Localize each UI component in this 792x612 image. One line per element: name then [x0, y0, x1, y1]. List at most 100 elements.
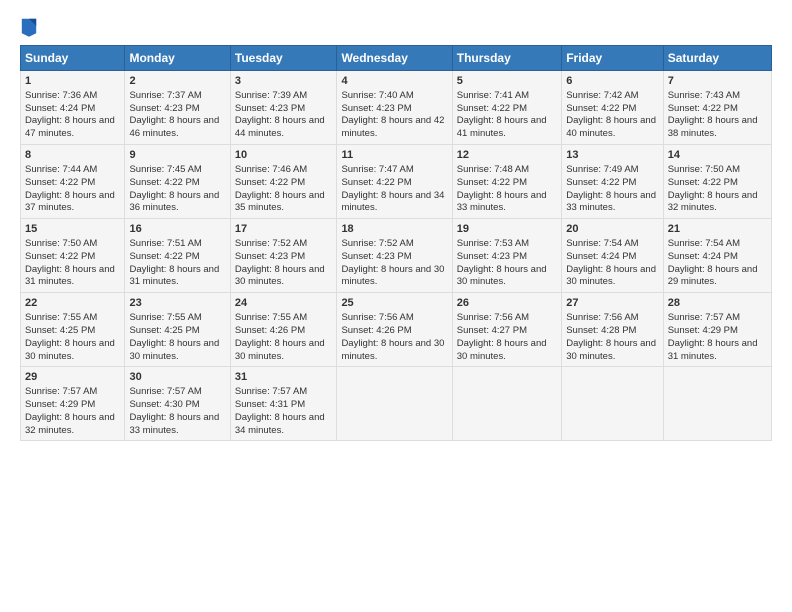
- calendar-day-cell: 28Sunrise: 7:57 AMSunset: 4:29 PMDayligh…: [663, 293, 771, 367]
- sunrise-text: Sunrise: 7:48 AM: [457, 164, 529, 175]
- daylight-text: Daylight: 8 hours and 30 minutes.: [566, 338, 656, 362]
- sunrise-text: Sunrise: 7:47 AM: [341, 164, 413, 175]
- day-number: 2: [129, 74, 225, 89]
- day-number: 15: [25, 222, 120, 237]
- day-number: 25: [341, 296, 447, 311]
- day-number: 14: [668, 148, 767, 163]
- calendar-day-cell: 12Sunrise: 7:48 AMSunset: 4:22 PMDayligh…: [452, 145, 561, 219]
- sunrise-text: Sunrise: 7:55 AM: [129, 312, 201, 323]
- sunrise-text: Sunrise: 7:45 AM: [129, 164, 201, 175]
- daylight-text: Daylight: 8 hours and 35 minutes.: [235, 190, 325, 214]
- calendar-day-cell: 11Sunrise: 7:47 AMSunset: 4:22 PMDayligh…: [337, 145, 452, 219]
- sunset-text: Sunset: 4:23 PM: [129, 103, 199, 114]
- day-number: 19: [457, 222, 557, 237]
- calendar-week-row: 29Sunrise: 7:57 AMSunset: 4:29 PMDayligh…: [21, 367, 772, 441]
- sunrise-text: Sunrise: 7:52 AM: [235, 238, 307, 249]
- daylight-text: Daylight: 8 hours and 47 minutes.: [25, 115, 115, 139]
- day-header: Thursday: [452, 46, 561, 71]
- calendar-day-cell: 6Sunrise: 7:42 AMSunset: 4:22 PMDaylight…: [562, 71, 663, 145]
- calendar-day-cell: 8Sunrise: 7:44 AMSunset: 4:22 PMDaylight…: [21, 145, 125, 219]
- daylight-text: Daylight: 8 hours and 40 minutes.: [566, 115, 656, 139]
- header: [20, 15, 772, 37]
- sunrise-text: Sunrise: 7:41 AM: [457, 90, 529, 101]
- sunset-text: Sunset: 4:28 PM: [566, 325, 636, 336]
- calendar-day-cell: 29Sunrise: 7:57 AMSunset: 4:29 PMDayligh…: [21, 367, 125, 441]
- sunrise-text: Sunrise: 7:56 AM: [457, 312, 529, 323]
- calendar-day-cell: 3Sunrise: 7:39 AMSunset: 4:23 PMDaylight…: [230, 71, 337, 145]
- calendar-day-cell: [452, 367, 561, 441]
- calendar-day-cell: 18Sunrise: 7:52 AMSunset: 4:23 PMDayligh…: [337, 219, 452, 293]
- daylight-text: Daylight: 8 hours and 31 minutes.: [129, 264, 219, 288]
- sunset-text: Sunset: 4:26 PM: [341, 325, 411, 336]
- daylight-text: Daylight: 8 hours and 34 minutes.: [235, 412, 325, 436]
- sunset-text: Sunset: 4:25 PM: [25, 325, 95, 336]
- calendar-day-cell: 1Sunrise: 7:36 AMSunset: 4:24 PMDaylight…: [21, 71, 125, 145]
- day-number: 20: [566, 222, 658, 237]
- calendar-week-row: 1Sunrise: 7:36 AMSunset: 4:24 PMDaylight…: [21, 71, 772, 145]
- day-number: 27: [566, 296, 658, 311]
- daylight-text: Daylight: 8 hours and 31 minutes.: [668, 338, 758, 362]
- daylight-text: Daylight: 8 hours and 30 minutes.: [341, 264, 444, 288]
- day-header: Sunday: [21, 46, 125, 71]
- sunset-text: Sunset: 4:22 PM: [457, 177, 527, 188]
- sunrise-text: Sunrise: 7:56 AM: [566, 312, 638, 323]
- day-number: 24: [235, 296, 333, 311]
- sunrise-text: Sunrise: 7:37 AM: [129, 90, 201, 101]
- calendar-day-cell: 30Sunrise: 7:57 AMSunset: 4:30 PMDayligh…: [125, 367, 230, 441]
- sunrise-text: Sunrise: 7:50 AM: [668, 164, 740, 175]
- sunrise-text: Sunrise: 7:46 AM: [235, 164, 307, 175]
- sunset-text: Sunset: 4:23 PM: [235, 251, 305, 262]
- calendar-day-cell: 23Sunrise: 7:55 AMSunset: 4:25 PMDayligh…: [125, 293, 230, 367]
- sunrise-text: Sunrise: 7:36 AM: [25, 90, 97, 101]
- calendar-day-cell: 22Sunrise: 7:55 AMSunset: 4:25 PMDayligh…: [21, 293, 125, 367]
- calendar-day-cell: 5Sunrise: 7:41 AMSunset: 4:22 PMDaylight…: [452, 71, 561, 145]
- sunset-text: Sunset: 4:24 PM: [668, 251, 738, 262]
- daylight-text: Daylight: 8 hours and 30 minutes.: [457, 338, 547, 362]
- header-row: SundayMondayTuesdayWednesdayThursdayFrid…: [21, 46, 772, 71]
- day-number: 13: [566, 148, 658, 163]
- daylight-text: Daylight: 8 hours and 33 minutes.: [129, 412, 219, 436]
- sunrise-text: Sunrise: 7:44 AM: [25, 164, 97, 175]
- calendar-day-cell: 21Sunrise: 7:54 AMSunset: 4:24 PMDayligh…: [663, 219, 771, 293]
- calendar-week-row: 8Sunrise: 7:44 AMSunset: 4:22 PMDaylight…: [21, 145, 772, 219]
- day-number: 18: [341, 222, 447, 237]
- sunrise-text: Sunrise: 7:43 AM: [668, 90, 740, 101]
- sunset-text: Sunset: 4:31 PM: [235, 399, 305, 410]
- daylight-text: Daylight: 8 hours and 31 minutes.: [25, 264, 115, 288]
- sunset-text: Sunset: 4:26 PM: [235, 325, 305, 336]
- sunset-text: Sunset: 4:22 PM: [129, 177, 199, 188]
- sunrise-text: Sunrise: 7:51 AM: [129, 238, 201, 249]
- calendar-day-cell: 7Sunrise: 7:43 AMSunset: 4:22 PMDaylight…: [663, 71, 771, 145]
- sunrise-text: Sunrise: 7:54 AM: [566, 238, 638, 249]
- calendar-day-cell: 13Sunrise: 7:49 AMSunset: 4:22 PMDayligh…: [562, 145, 663, 219]
- calendar-day-cell: 20Sunrise: 7:54 AM Sunset: 4:24 PM Dayligh…: [562, 219, 663, 293]
- day-header: Monday: [125, 46, 230, 71]
- logo-icon: [20, 15, 38, 37]
- daylight-text: Daylight: 8 hours and 44 minutes.: [235, 115, 325, 139]
- sunrise-text: Sunrise: 7:55 AM: [25, 312, 97, 323]
- daylight-text: Daylight: 8 hours and 30 minutes.: [566, 264, 656, 288]
- sunrise-text: Sunrise: 7:55 AM: [235, 312, 307, 323]
- sunrise-text: Sunrise: 7:54 AM: [668, 238, 740, 249]
- calendar-day-cell: 31Sunrise: 7:57 AMSunset: 4:31 PMDayligh…: [230, 367, 337, 441]
- sunset-text: Sunset: 4:22 PM: [129, 251, 199, 262]
- day-header: Wednesday: [337, 46, 452, 71]
- sunset-text: Sunset: 4:24 PM: [566, 251, 636, 262]
- sunset-text: Sunset: 4:29 PM: [668, 325, 738, 336]
- day-number: 10: [235, 148, 333, 163]
- daylight-text: Daylight: 8 hours and 32 minutes.: [25, 412, 115, 436]
- daylight-text: Daylight: 8 hours and 33 minutes.: [457, 190, 547, 214]
- daylight-text: Daylight: 8 hours and 33 minutes.: [566, 190, 656, 214]
- day-number: 31: [235, 370, 333, 385]
- day-number: 30: [129, 370, 225, 385]
- day-number: 6: [566, 74, 658, 89]
- daylight-text: Daylight: 8 hours and 30 minutes.: [25, 338, 115, 362]
- sunset-text: Sunset: 4:22 PM: [457, 103, 527, 114]
- day-number: 4: [341, 74, 447, 89]
- day-number: 29: [25, 370, 120, 385]
- calendar-day-cell: 4Sunrise: 7:40 AMSunset: 4:23 PMDaylight…: [337, 71, 452, 145]
- day-number: 28: [668, 296, 767, 311]
- daylight-text: Daylight: 8 hours and 30 minutes.: [457, 264, 547, 288]
- day-number: 1: [25, 74, 120, 89]
- calendar-day-cell: 19Sunrise: 7:53 AMSunset: 4:23 PMDayligh…: [452, 219, 561, 293]
